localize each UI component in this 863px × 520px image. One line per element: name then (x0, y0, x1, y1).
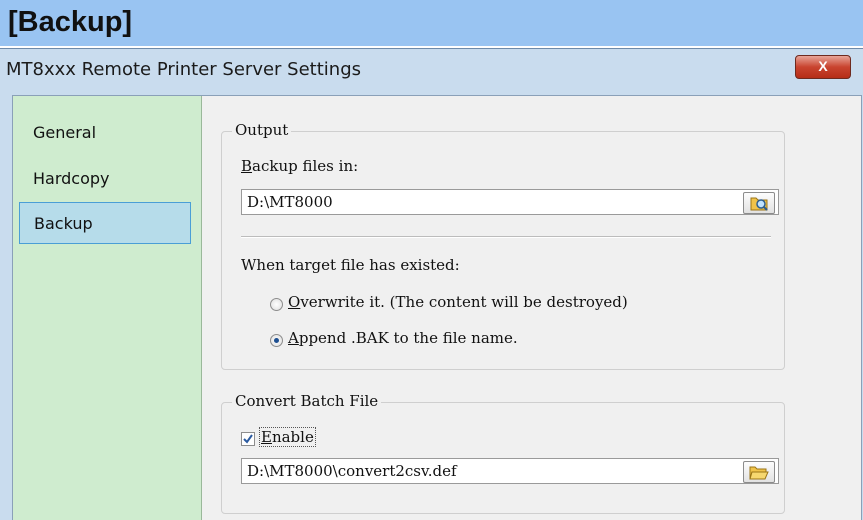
page-title: [Backup] (8, 6, 133, 38)
enable-label[interactable]: Enable (259, 427, 316, 447)
append-bak-radio[interactable] (270, 334, 283, 347)
checkmark-icon (243, 434, 253, 444)
nav-item-general[interactable]: General (19, 112, 191, 154)
backup-files-label-mnemonic: B (241, 157, 253, 175)
folder-open-icon (749, 466, 769, 480)
backup-files-label-text: ackup files in: (252, 157, 359, 175)
convert-group-label: Convert Batch File (232, 392, 382, 410)
window-client-area: General Hardcopy Backup Output Backup fi… (12, 95, 862, 520)
output-group-label: Output (232, 121, 292, 139)
backup-files-label: Backup files in: (241, 157, 358, 175)
category-nav: General Hardcopy Backup (13, 96, 202, 520)
enable-text: nable (271, 428, 314, 446)
append-mnemonic: A (288, 329, 299, 347)
close-icon: X (818, 58, 828, 74)
convert-batch-group: Convert Batch File Enable D:\MT8000\conv… (221, 392, 785, 514)
output-group: Output Backup files in: D:\MT8000 When t… (221, 121, 785, 370)
backup-path-value: D:\MT8000 (247, 193, 333, 211)
radio-selected-dot (274, 338, 279, 343)
nav-item-backup[interactable]: Backup (19, 202, 191, 244)
overwrite-text: verwrite it. (The content will be destro… (300, 293, 628, 311)
convert-path-value: D:\MT8000\convert2csv.def (247, 462, 457, 480)
output-divider (241, 236, 771, 238)
enable-mnemonic: E (261, 428, 272, 446)
settings-window: MT8xxx Remote Printer Server Settings X … (0, 48, 863, 520)
backup-path-input[interactable]: D:\MT8000 (241, 189, 779, 215)
enable-checkbox[interactable] (241, 432, 255, 446)
append-bak-label[interactable]: Append .BAK to the file name. (288, 329, 518, 347)
convert-path-input[interactable]: D:\MT8000\convert2csv.def (241, 458, 779, 484)
existing-file-label: When target file has existed: (241, 256, 460, 274)
overwrite-mnemonic: O (288, 293, 301, 311)
page-header: [Backup] (0, 0, 863, 46)
browse-convert-button[interactable] (743, 461, 775, 483)
overwrite-label[interactable]: Overwrite it. (The content will be destr… (288, 293, 628, 311)
folder-search-icon (750, 197, 768, 211)
overwrite-radio[interactable] (270, 298, 283, 311)
nav-item-hardcopy[interactable]: Hardcopy (19, 158, 191, 200)
append-text: ppend .BAK to the file name. (298, 329, 518, 347)
browse-output-button[interactable] (743, 192, 775, 214)
window-title: MT8xxx Remote Printer Server Settings (6, 59, 362, 80)
close-button[interactable]: X (795, 55, 851, 79)
